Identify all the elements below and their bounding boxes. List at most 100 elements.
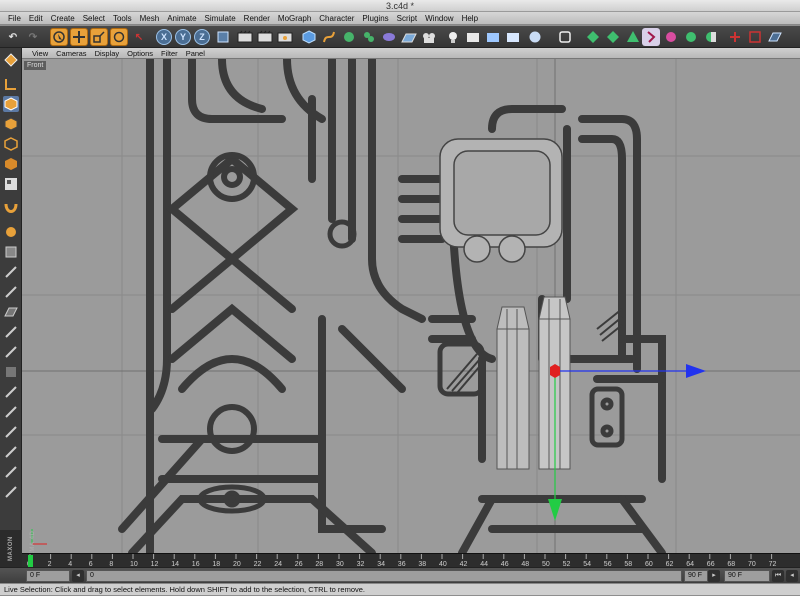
- recent-tools-icon[interactable]: ↖: [130, 28, 148, 46]
- viewport-menu-panel[interactable]: Panel: [182, 48, 209, 59]
- menu-file[interactable]: File: [4, 12, 25, 25]
- lock-x-axis-button[interactable]: X: [156, 29, 172, 45]
- scale-icon[interactable]: [90, 28, 108, 46]
- grid-snap-icon[interactable]: [3, 404, 19, 420]
- menu-character[interactable]: Character: [315, 12, 358, 25]
- coordinate-system-icon[interactable]: [214, 28, 232, 46]
- camera-icon[interactable]: [420, 28, 438, 46]
- menu-render[interactable]: Render: [240, 12, 274, 25]
- redo-icon[interactable]: ↷: [24, 28, 42, 46]
- light-icon[interactable]: [444, 28, 462, 46]
- viewport-menu-view[interactable]: View: [28, 48, 52, 59]
- array-icon[interactable]: [360, 28, 378, 46]
- character-cmotion-icon[interactable]: [682, 28, 700, 46]
- undo-icon[interactable]: ↶: [4, 28, 22, 46]
- transport-bar: 0 F ◂ 0 90 F ▸ 90 F ⏮ ◂: [0, 567, 800, 583]
- mograph-fracture-icon[interactable]: [604, 28, 622, 46]
- step-back-icon[interactable]: ◂: [786, 570, 798, 582]
- lock-y-axis-button[interactable]: Y: [175, 29, 191, 45]
- menu-mograph[interactable]: MoGraph: [274, 12, 315, 25]
- scene-canvas[interactable]: [22, 59, 800, 553]
- live-selection-icon[interactable]: [50, 28, 68, 46]
- make-editable-icon[interactable]: [3, 52, 19, 68]
- menu-select[interactable]: Select: [79, 12, 109, 25]
- vertex-snap-icon[interactable]: [3, 424, 19, 440]
- mograph-effector-icon[interactable]: [624, 28, 642, 46]
- viewport-label: Front: [24, 61, 47, 70]
- viewport-menu-filter[interactable]: Filter: [157, 48, 182, 59]
- viewport-menu-options[interactable]: Options: [123, 48, 157, 59]
- spline-pen-icon[interactable]: [320, 28, 338, 46]
- render-picture-viewer-icon[interactable]: [256, 28, 274, 46]
- background-icon[interactable]: [504, 28, 522, 46]
- locked-workplane-icon[interactable]: [3, 304, 19, 320]
- sky-icon[interactable]: [464, 28, 482, 46]
- edges-mode-icon[interactable]: [3, 176, 19, 192]
- timeline-ruler[interactable]: 0246810121416182022242628303234363840424…: [22, 553, 800, 568]
- polygon-snap-icon[interactable]: [3, 464, 19, 480]
- menu-animate[interactable]: Animate: [163, 12, 200, 25]
- menu-mesh[interactable]: Mesh: [136, 12, 164, 25]
- character-joint-icon[interactable]: [642, 28, 660, 46]
- render-view-icon[interactable]: [236, 28, 254, 46]
- menu-help[interactable]: Help: [458, 12, 482, 25]
- tweak-mode-icon[interactable]: [3, 224, 19, 240]
- menu-script[interactable]: Script: [393, 12, 421, 25]
- deformer-icon[interactable]: [380, 28, 398, 46]
- object-mode-icon[interactable]: [3, 96, 19, 112]
- planar-workplane-icon[interactable]: [3, 324, 19, 340]
- spline-snap-icon[interactable]: [3, 484, 19, 500]
- viewport-menu-bar: View Cameras Display Options Filter Pane…: [22, 48, 800, 59]
- cube-primitive-icon[interactable]: [300, 28, 318, 46]
- workplane-icon[interactable]: [766, 28, 784, 46]
- points-mode-icon[interactable]: [3, 156, 19, 172]
- viewport-menu-cameras[interactable]: Cameras: [52, 48, 90, 59]
- front-viewport[interactable]: Front: [22, 59, 800, 553]
- viewport-solo-hierarchy-icon[interactable]: [3, 284, 19, 300]
- menu-edit[interactable]: Edit: [25, 12, 47, 25]
- menu-window[interactable]: Window: [421, 12, 457, 25]
- menu-tools[interactable]: Tools: [109, 12, 136, 25]
- end-frame-step-icon[interactable]: ▸: [708, 570, 720, 582]
- menu-plugins[interactable]: Plugins: [358, 12, 392, 25]
- align-workplane-icon[interactable]: [3, 344, 19, 360]
- texture-mode-icon[interactable]: [3, 116, 19, 132]
- rotate-icon[interactable]: [110, 28, 128, 46]
- axis-mode-icon[interactable]: [3, 136, 19, 152]
- snap-icon[interactable]: [726, 28, 744, 46]
- snap-settings-side-icon[interactable]: [3, 364, 19, 380]
- model-mode-icon[interactable]: [3, 76, 19, 92]
- enable-axis-icon[interactable]: [3, 200, 19, 216]
- menu-create[interactable]: Create: [47, 12, 79, 25]
- move-icon[interactable]: [70, 28, 88, 46]
- current-frame-field[interactable]: 0 F: [26, 570, 70, 582]
- frame-step-icon[interactable]: ◂: [72, 570, 84, 582]
- frame-range-slider[interactable]: 0: [86, 570, 682, 582]
- viewport-solo-off-icon[interactable]: [3, 244, 19, 260]
- menu-simulate[interactable]: Simulate: [201, 12, 240, 25]
- character-skin-icon[interactable]: [662, 28, 680, 46]
- y-axis-arrow-icon[interactable]: [548, 499, 562, 521]
- viewport-solo-single-icon[interactable]: [3, 264, 19, 280]
- mograph-cloner-icon[interactable]: [584, 28, 602, 46]
- object-origin-handle-icon[interactable]: [550, 364, 560, 378]
- end-frame-field[interactable]: 90 F: [684, 570, 708, 582]
- viewport-menu-display[interactable]: Display: [91, 48, 124, 59]
- lock-z-axis-button[interactable]: Z: [194, 29, 210, 45]
- scene-floor-icon[interactable]: [400, 28, 418, 46]
- nurbs-icon[interactable]: [340, 28, 358, 46]
- viewport-solo-icon[interactable]: [556, 28, 574, 46]
- x-axis-arrow-icon[interactable]: [686, 364, 706, 378]
- max-frame-field[interactable]: 90 F: [724, 570, 770, 582]
- quantize-icon[interactable]: [3, 384, 19, 400]
- go-to-start-icon[interactable]: ⏮: [772, 570, 784, 582]
- left-tool-palette: [0, 48, 22, 553]
- snap-settings-icon[interactable]: [746, 28, 764, 46]
- environment-icon[interactable]: [484, 28, 502, 46]
- sphere-shading-icon[interactable]: [526, 28, 544, 46]
- ornament-wheel: [207, 152, 257, 454]
- render-settings-icon[interactable]: [276, 28, 294, 46]
- edge-snap-icon[interactable]: [3, 444, 19, 460]
- character-ik-icon[interactable]: [702, 28, 720, 46]
- selected-3d-box-object: [439, 138, 563, 263]
